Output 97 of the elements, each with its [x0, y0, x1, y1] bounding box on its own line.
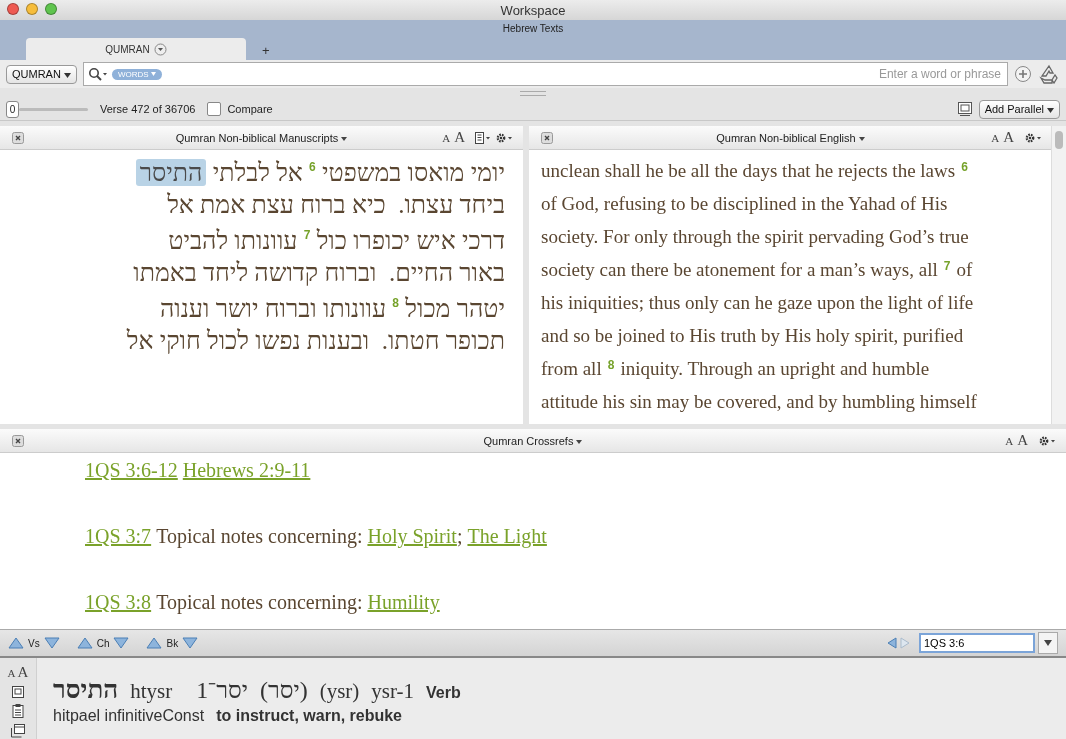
transliteration: htysr	[130, 679, 173, 704]
zoom-window-button[interactable]	[45, 3, 57, 15]
larger-text-button[interactable]: A	[1017, 432, 1028, 449]
verse-text: from all	[541, 357, 602, 381]
previous-arrow-icon[interactable]	[146, 637, 163, 649]
smaller-text-button[interactable]: A	[991, 131, 1000, 144]
pane-title[interactable]: Qumran Crossrefs	[483, 434, 583, 447]
verse-text: and so be joined to His truth by His holy spirit, purified	[541, 324, 964, 348]
reference-link[interactable]: Hebrews 2:9-11	[182, 459, 311, 482]
workspace-tab[interactable]: QUMRAN	[26, 38, 246, 60]
previous-arrow-icon[interactable]	[76, 637, 93, 649]
hebrew-word: התיסר	[53, 675, 119, 705]
module-dropdown[interactable]: QUMRAN	[6, 64, 77, 84]
reference-field[interactable]: 1QS 3:6	[919, 633, 1035, 653]
step-label: Ch	[96, 637, 110, 649]
smaller-text-button[interactable]: A	[442, 131, 451, 144]
slider-thumb[interactable]: 0	[6, 100, 19, 118]
caret-icon	[576, 439, 583, 444]
close-window-button[interactable]	[7, 3, 19, 15]
window-subtitle: Hebrew Texts	[501, 22, 565, 36]
verse-number[interactable]: 6	[309, 160, 316, 174]
morphology: hitpael infinitiveConst	[53, 707, 205, 725]
close-icon[interactable]	[541, 131, 553, 144]
verse-text: of God, refusing to be disciplined in the Yahad of His	[541, 192, 948, 216]
root-transliteration: (ysr)	[319, 679, 360, 704]
compare-label: Compare	[227, 103, 273, 115]
larger-text-button[interactable]: A	[1003, 129, 1014, 146]
add-parallel-button[interactable]: Add Parallel	[978, 99, 1060, 119]
verse-text: תכופר חטתו. ובענות נפשו לכול חוקי אל	[126, 327, 505, 354]
previous-arrow-icon[interactable]	[8, 637, 24, 649]
settings-icon[interactable]	[1038, 434, 1056, 447]
search-icon[interactable]	[87, 67, 108, 81]
verse-text: עוונותו וברוח יושר וענוה	[159, 295, 388, 322]
gloss: to instruct, warn, rebuke	[216, 707, 402, 725]
verse-text: attitude his sin may be covered, and by humbling himself	[541, 390, 977, 414]
smaller-text-button[interactable]: A	[7, 667, 16, 679]
larger-text-button[interactable]: A	[454, 129, 465, 146]
reference-link[interactable]: 1QS 3:6-12	[85, 459, 178, 482]
verse-text: באור החיים. וברוח קדושה ליחד באמתו	[133, 259, 505, 286]
new-tab-button[interactable]: +	[254, 40, 278, 60]
settings-icon[interactable]	[495, 131, 513, 144]
close-icon[interactable]	[12, 434, 24, 447]
pane-title[interactable]: Qumran Non-biblical Manuscripts	[175, 131, 348, 144]
next-arrow-icon[interactable]	[182, 637, 199, 649]
back-icon[interactable]	[887, 637, 897, 649]
settings-icon[interactable]	[1024, 131, 1042, 144]
layout-icon[interactable]	[956, 101, 973, 117]
highlighted-word[interactable]: התיסר	[135, 159, 207, 186]
tab-label: QUMRAN	[105, 43, 150, 55]
next-arrow-icon[interactable]	[43, 637, 60, 649]
document-icon[interactable]	[475, 131, 491, 144]
verse-text: society. For only through the spirit pervading God’s true	[541, 225, 969, 249]
window-title: Workspace	[500, 2, 566, 18]
windows-icon[interactable]	[10, 723, 26, 738]
part-of-speech: Verb	[426, 684, 461, 702]
caret-icon	[1044, 640, 1052, 646]
caret-icon	[341, 136, 348, 141]
verse-text: עוונותו להביט	[168, 227, 299, 254]
note-text: Topical notes concerning:	[156, 591, 363, 614]
caret-icon	[63, 72, 71, 78]
step-label: Bk	[166, 637, 179, 649]
caret-icon	[858, 136, 865, 141]
close-icon[interactable]	[12, 131, 24, 144]
add-icon[interactable]	[1014, 65, 1032, 83]
caret-icon	[1047, 107, 1054, 113]
lemma: 1⁻יסר	[196, 676, 248, 705]
verse-text: יומי מואסו במשפטי	[321, 159, 505, 186]
step-label: Vs	[28, 637, 40, 649]
pane-title[interactable]: Qumran Non-biblical English	[716, 131, 865, 144]
verse-number[interactable]: 6	[961, 151, 968, 184]
verse-text: of	[956, 258, 973, 282]
verse-text: iniquity. Through an upright and humble	[620, 357, 930, 381]
clipboard-icon[interactable]	[11, 703, 25, 719]
smaller-text-button[interactable]: A	[1005, 434, 1014, 447]
caret-icon	[150, 72, 156, 77]
verse-text: unclean shall he be all the days that he rejects the laws	[541, 159, 956, 183]
larger-text-button[interactable]: A	[17, 664, 29, 681]
recycle-icon[interactable]	[1038, 64, 1060, 84]
scroll-thumb[interactable]	[1055, 131, 1063, 149]
note-text: Topical notes concerning:	[156, 525, 363, 548]
note-text: ;	[456, 525, 463, 547]
slider-track[interactable]	[19, 107, 88, 111]
lemma-id: ysr-1	[371, 679, 415, 704]
verse-text: אל לבלתי	[211, 159, 304, 186]
verse-text: דרכי איש יכופרו כול	[315, 227, 505, 254]
dropdown-icon[interactable]	[153, 42, 167, 56]
verse-text: society can there be atonement for a man’s ways, all	[541, 258, 938, 282]
verse-counter: Verse 472 of 36706	[100, 103, 196, 115]
dropdown-button[interactable]	[1038, 632, 1058, 654]
verse-text: his iniquities; thus only can he gaze upon the light of life	[541, 291, 974, 315]
next-arrow-icon[interactable]	[113, 637, 130, 649]
root: (יסר)	[259, 677, 308, 704]
verse-text: ביחד עצתו. כיא ברוח עצת אמת אל	[167, 191, 505, 218]
minimize-window-button[interactable]	[26, 3, 38, 15]
window-icon[interactable]	[11, 685, 25, 699]
compare-checkbox[interactable]	[207, 102, 222, 116]
verse-text: יטהר מכול	[404, 295, 505, 322]
